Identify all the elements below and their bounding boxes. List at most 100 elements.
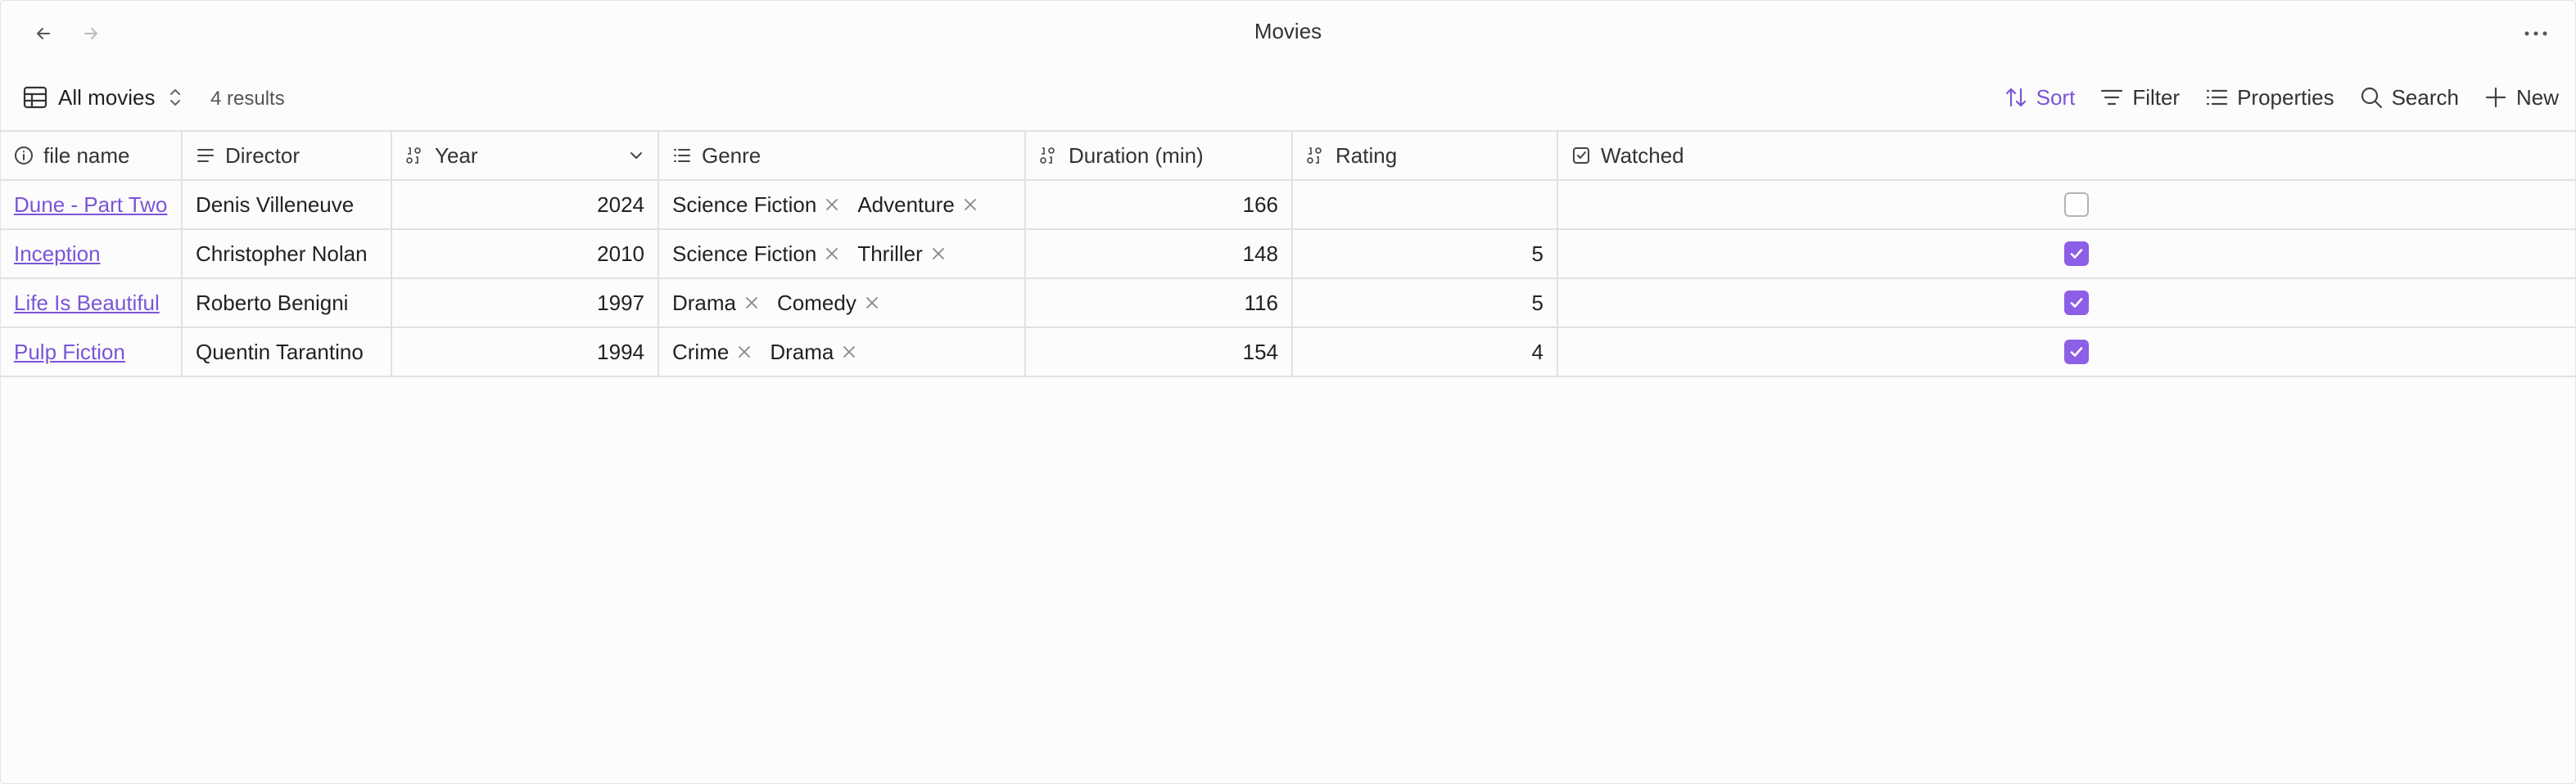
watched-checkbox[interactable] (2064, 340, 2089, 364)
sort-label: Sort (2036, 84, 2076, 110)
checkbox-wrap (1571, 192, 2562, 217)
chevron-down-icon (630, 152, 642, 159)
new-label: New (2515, 84, 2559, 110)
file-name-cell: Pulp Fiction (1, 328, 183, 376)
search-icon (2361, 87, 2382, 109)
column-header-label: Year (435, 142, 478, 168)
filter-button[interactable]: Filter (2099, 85, 2180, 110)
genre-tag-label: Crime (672, 339, 730, 364)
column-header-watched[interactable]: Watched (1558, 132, 2575, 179)
director-cell[interactable]: Christopher Nolan (183, 230, 392, 277)
file-name-cell: Life Is Beautiful (1, 279, 183, 327)
more-options-button[interactable] (2520, 17, 2552, 50)
genre-tag-label: Science Fiction (672, 191, 817, 217)
genre-tag: Crime (672, 340, 765, 365)
rating-cell[interactable]: 5 (1293, 230, 1558, 277)
new-button[interactable]: New (2483, 85, 2559, 110)
check-icon (2070, 298, 2083, 308)
column-header-label: Duration (min) (1069, 142, 1204, 168)
remove-tag-icon[interactable] (743, 294, 761, 312)
table-row: Inception Christopher Nolan 2010 Science Fi… (1, 230, 2575, 279)
watched-checkbox[interactable] (2064, 241, 2089, 266)
search-button[interactable]: Search (2359, 85, 2459, 110)
column-header-label: Watched (1601, 142, 1684, 168)
column-header-duration[interactable]: Duration (min) (1026, 132, 1293, 179)
watched-cell (1558, 279, 2575, 327)
genre-tag: Science Fiction (672, 192, 852, 218)
director-cell[interactable]: Quentin Tarantino (183, 328, 392, 376)
list-icon (674, 149, 690, 162)
checkbox-wrap (1571, 291, 2562, 315)
column-header-genre[interactable]: Genre (659, 132, 1026, 179)
duration-cell[interactable]: 166 (1026, 181, 1293, 228)
duration-cell[interactable]: 148 (1026, 230, 1293, 277)
rating-cell[interactable]: 4 (1293, 328, 1558, 376)
file-link[interactable]: Life Is Beautiful (14, 291, 160, 316)
remove-tag-icon[interactable] (929, 245, 947, 263)
properties-button[interactable]: Properties (2204, 85, 2334, 110)
genre-cell[interactable]: Science Fiction Adventure (659, 181, 1026, 228)
year-cell[interactable]: 1997 (392, 279, 659, 327)
genre-cell[interactable]: Drama Comedy (659, 279, 1026, 327)
list-icon (2206, 89, 2228, 106)
checkbox-icon (1573, 147, 1589, 164)
column-header-file-name[interactable]: file name (1, 132, 183, 179)
watched-cell (1558, 328, 2575, 376)
column-header-label: Rating (1335, 142, 1398, 168)
year-cell[interactable]: 2010 (392, 230, 659, 277)
check-icon (2070, 249, 2083, 259)
director-cell[interactable]: Roberto Benigni (183, 279, 392, 327)
genre-tag: Drama (672, 291, 772, 316)
remove-tag-icon[interactable] (863, 294, 881, 312)
view-name: All movies (58, 84, 156, 110)
filter-icon (2101, 89, 2123, 106)
genre-tag: Science Fiction (672, 241, 852, 267)
genre-cell[interactable]: Science Fiction Thriller (659, 230, 1026, 277)
remove-tag-icon[interactable] (823, 196, 841, 214)
app-window: Movies All movies 4 results Sort Filter … (0, 0, 2576, 784)
sort-button[interactable]: Sort (2004, 84, 2076, 110)
file-link[interactable]: Pulp Fiction (14, 340, 125, 365)
genre-tag-label: Drama (672, 290, 737, 315)
result-count: 4 results (210, 88, 285, 110)
remove-tag-icon[interactable] (735, 343, 753, 361)
watched-checkbox[interactable] (2064, 192, 2089, 217)
number-icon (406, 147, 421, 164)
sort-icon (2005, 88, 2026, 107)
file-name-cell: Inception (1, 230, 183, 277)
remove-tag-icon[interactable] (961, 196, 979, 214)
column-header-director[interactable]: Director (183, 132, 392, 179)
year-cell[interactable]: 1994 (392, 328, 659, 376)
toolbar-actions: Sort Filter Properties Search New (1979, 81, 2559, 114)
watched-cell (1558, 181, 2575, 228)
file-link[interactable]: Dune - Part Two (14, 192, 167, 218)
view-toolbar: All movies 4 results Sort Filter Propert… (1, 74, 2575, 120)
text-lines-icon (197, 149, 214, 162)
genre-cell[interactable]: Crime Drama (659, 328, 1026, 376)
genre-tag: Thriller (857, 241, 958, 267)
file-link[interactable]: Inception (14, 241, 101, 267)
number-icon (1040, 147, 1055, 164)
more-horizontal-icon (2524, 31, 2547, 36)
number-icon (1307, 147, 1322, 164)
director-cell[interactable]: Denis Villeneuve (183, 181, 392, 228)
watched-checkbox[interactable] (2064, 291, 2089, 315)
rating-cell[interactable]: 5 (1293, 279, 1558, 327)
genre-tag: Comedy (777, 291, 893, 316)
remove-tag-icon[interactable] (840, 343, 858, 361)
movies-table: file name Director Year Genre Duration (… (1, 130, 2575, 377)
title-bar: Movies (1, 1, 2575, 65)
duration-cell[interactable]: 154 (1026, 328, 1293, 376)
view-selector[interactable]: All movies (22, 81, 183, 114)
duration-cell[interactable]: 116 (1026, 279, 1293, 327)
column-header-label: Genre (702, 142, 762, 168)
column-header-label: Director (225, 142, 301, 168)
year-cell[interactable]: 2024 (392, 181, 659, 228)
genre-tag: Drama (770, 340, 870, 365)
column-header-year[interactable]: Year (392, 132, 659, 179)
genre-tag-label: Adventure (857, 191, 955, 217)
remove-tag-icon[interactable] (823, 245, 841, 263)
column-header-label: file name (43, 142, 130, 168)
column-header-rating[interactable]: Rating (1293, 132, 1558, 179)
rating-cell[interactable] (1293, 181, 1558, 228)
